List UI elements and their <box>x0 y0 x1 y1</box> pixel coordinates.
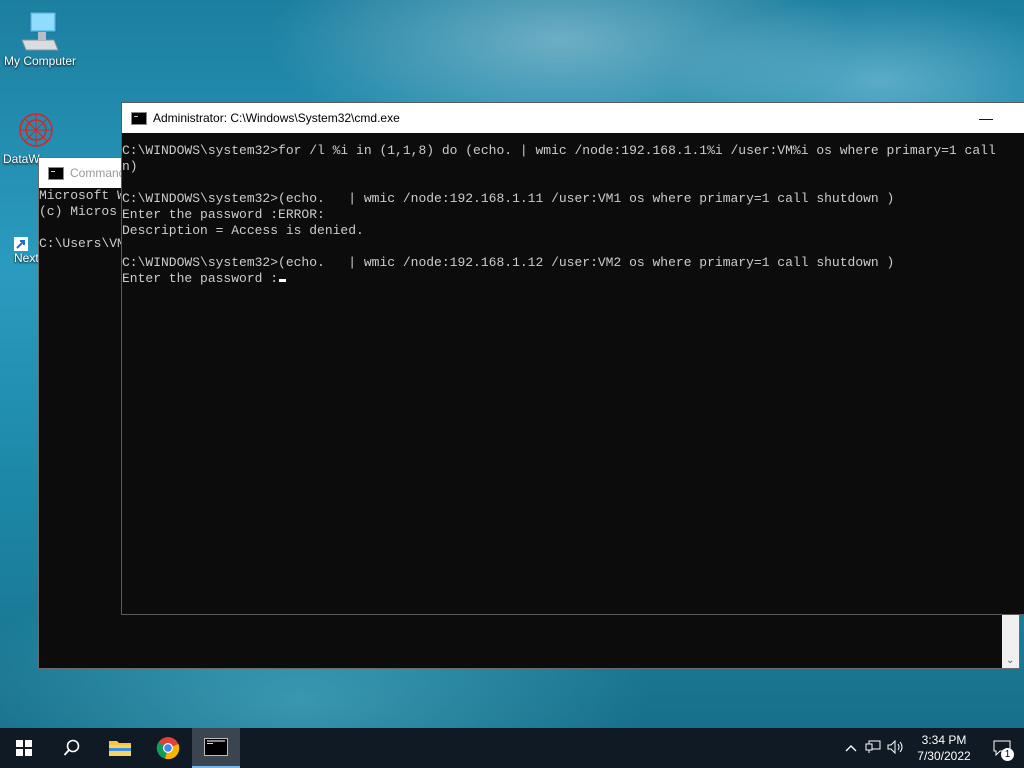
notification-button[interactable]: 1 <box>980 728 1024 768</box>
cmd-icon <box>204 738 228 756</box>
file-explorer-button[interactable] <box>96 728 144 768</box>
cmd-taskbar-button[interactable] <box>192 728 240 768</box>
vertical-scrollbar[interactable]: ⌄ <box>1002 613 1019 668</box>
background-window-title: Command <box>70 166 126 180</box>
desktop-icon-label: Next <box>14 251 39 265</box>
console-prompt-line[interactable]: Enter the password : <box>122 271 1024 287</box>
network-sphere-icon <box>19 113 53 147</box>
clock-time: 3:34 PM <box>921 733 967 747</box>
console-line: Enter the password :ERROR: <box>122 207 325 222</box>
window-title: Administrator: C:\Windows\System32\cmd.e… <box>153 111 400 125</box>
console-line: Description = Access is denied. <box>122 223 364 238</box>
console-line: C:\WINDOWS\system32>(echo. | wmic /node:… <box>122 191 895 206</box>
desktop-icon-dataw[interactable]: DataW <box>0 108 53 166</box>
desktop-icon-label: DataW <box>3 152 40 166</box>
clock[interactable]: 3:34 PM 7/30/2022 <box>908 732 980 764</box>
console-output[interactable]: C:\WINDOWS\system32>for /l %i in (1,1,8)… <box>122 143 1024 614</box>
cmd-window-titlebar[interactable]: Administrator: C:\Windows\System32\cmd.e… <box>122 103 1024 133</box>
clock-date: 7/30/2022 <box>917 749 971 763</box>
console-line: n) <box>122 159 138 174</box>
folder-icon <box>109 741 131 756</box>
password-prompt: Enter the password : <box>122 271 279 286</box>
desktop-icon-my-computer[interactable]: My Computer <box>2 10 78 68</box>
desktop-icon-next[interactable]: Next <box>0 237 40 265</box>
start-button[interactable] <box>0 728 48 768</box>
chevron-up-icon[interactable] <box>840 741 862 755</box>
shortcut-icon <box>14 237 28 251</box>
search-button[interactable] <box>48 728 96 768</box>
search-icon <box>63 739 80 756</box>
scroll-down-icon[interactable]: ⌄ <box>1006 655 1014 666</box>
desktop-icon-label: My Computer <box>3 54 77 68</box>
cmd-window[interactable]: Administrator: C:\Windows\System32\cmd.e… <box>121 102 1024 615</box>
volume-icon[interactable] <box>884 739 908 757</box>
system-tray: 3:34 PM 7/30/2022 1 <box>840 728 1024 768</box>
cmd-icon <box>131 111 147 125</box>
cmd-icon <box>48 166 64 180</box>
text-cursor <box>279 279 287 282</box>
console-line: C:\WINDOWS\system32>for /l %i in (1,1,8)… <box>122 143 996 158</box>
minimize-button[interactable]: — <box>979 110 993 126</box>
chrome-icon <box>156 737 180 760</box>
windows-logo-icon <box>16 740 32 756</box>
computer-icon <box>21 11 59 51</box>
console-line: C:\WINDOWS\system32>(echo. | wmic /node:… <box>122 255 895 270</box>
taskbar: 3:34 PM 7/30/2022 1 <box>0 728 1024 768</box>
notification-badge: 1 <box>1001 748 1014 761</box>
chrome-button[interactable] <box>144 728 192 768</box>
network-icon[interactable] <box>862 740 884 757</box>
